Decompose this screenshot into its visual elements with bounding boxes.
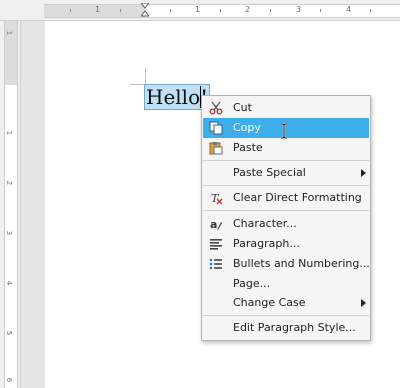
submenu-arrow-icon: [361, 299, 366, 307]
ruler-number: 1: [5, 30, 14, 36]
ruler-number: 3: [5, 230, 14, 236]
ruler-number: 4: [5, 280, 14, 286]
ruler-number: 1: [95, 5, 101, 14]
menu-item-label: Copy: [233, 121, 261, 134]
menu-item-page[interactable]: Page...: [203, 274, 369, 294]
menu-separator: [203, 160, 369, 161]
paste-icon: [209, 142, 223, 155]
ruler-tick: [370, 9, 371, 12]
ruler-number: 4: [346, 5, 352, 14]
menu-item-paste-special[interactable]: Paste Special: [203, 163, 369, 183]
ruler-tick: [120, 9, 121, 12]
ruler-number: 1: [5, 130, 14, 136]
menu-item-character[interactable]: a Character...: [203, 214, 369, 234]
ruler-number: 5: [5, 330, 14, 336]
ruler-tick: [320, 9, 321, 12]
svg-text:a: a: [210, 218, 217, 231]
horizontal-ruler[interactable]: 1 1 2 3 4: [0, 0, 400, 21]
menu-item-clear-direct-formatting[interactable]: T Clear Direct Formatting: [203, 188, 369, 208]
ruler-tick: [70, 9, 71, 12]
paragraph-icon: [210, 239, 222, 250]
indent-marker-icon[interactable]: [141, 3, 149, 17]
menu-separator: [203, 185, 369, 186]
ruler-tick: [270, 9, 271, 12]
menu-item-label: Character...: [233, 217, 297, 230]
ruler-number: 1: [195, 5, 201, 14]
scissors-icon: [209, 101, 223, 115]
menu-item-edit-paragraph-style[interactable]: Edit Paragraph Style...: [203, 318, 369, 338]
menu-item-label: Edit Paragraph Style...: [233, 321, 356, 334]
ruler-number: 2: [5, 180, 14, 186]
text-boundary-mark: [145, 68, 146, 84]
text-boundary-mark: [130, 84, 146, 85]
menu-item-label: Bullets and Numbering...: [233, 257, 370, 270]
menu-item-label: Page...: [233, 277, 271, 290]
menu-item-label: Clear Direct Formatting: [233, 191, 362, 204]
menu-item-paragraph[interactable]: Paragraph...: [203, 234, 369, 254]
menu-item-label: Paste: [233, 141, 263, 154]
menu-item-label: Change Case: [233, 296, 306, 309]
menu-item-change-case[interactable]: Change Case: [203, 293, 369, 313]
ruler-number: 6: [5, 377, 14, 383]
ruler-tick: [220, 9, 221, 12]
menu-item-paste[interactable]: Paste: [203, 138, 369, 158]
character-icon: a: [210, 218, 222, 231]
copy-icon: [209, 121, 223, 135]
menu-separator: [203, 315, 369, 316]
menu-item-bullets-and-numbering[interactable]: Bullets and Numbering...: [203, 254, 370, 274]
menu-item-label: Cut: [233, 101, 252, 114]
ruler-number: 3: [296, 5, 302, 14]
submenu-arrow-icon: [361, 169, 366, 177]
menu-separator: [203, 210, 369, 211]
bullets-icon: [209, 258, 222, 270]
menu-item-cut[interactable]: Cut: [203, 98, 369, 118]
text-cursor-icon: [281, 123, 287, 139]
vertical-ruler[interactable]: 1 1 2 3 4 5 6: [0, 21, 21, 388]
ruler-number: 2: [245, 5, 251, 14]
menu-item-label: Paragraph...: [233, 237, 300, 250]
menu-item-label: Paste Special: [233, 166, 306, 179]
clear-formatting-icon: T: [211, 192, 223, 205]
ruler-tick: [170, 9, 171, 12]
